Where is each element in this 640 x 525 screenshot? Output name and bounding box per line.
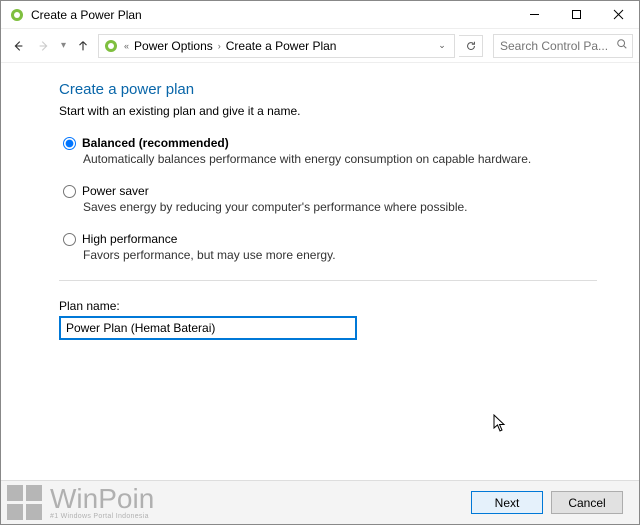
close-button[interactable]: [597, 1, 639, 29]
chevron-left-icon: «: [121, 41, 132, 51]
option-power-saver: Power saver Saves energy by reducing you…: [59, 184, 597, 214]
radio-balanced[interactable]: [63, 137, 76, 150]
search-box[interactable]: [493, 34, 633, 58]
plan-name-label: Plan name:: [59, 299, 597, 313]
radio-power-saver[interactable]: [63, 185, 76, 198]
search-input[interactable]: [498, 38, 612, 54]
radio-high-performance[interactable]: [63, 233, 76, 246]
option-balanced: Balanced (recommended) Automatically bal…: [59, 136, 597, 166]
back-button[interactable]: [7, 35, 29, 57]
option-power-saver-row[interactable]: Power saver: [63, 184, 597, 198]
minimize-button[interactable]: [513, 1, 555, 29]
next-button[interactable]: Next: [471, 491, 543, 514]
option-high-performance-label: High performance: [82, 232, 177, 246]
address-dropdown-icon[interactable]: ⌄: [434, 40, 450, 51]
recent-locations-icon[interactable]: ▾: [59, 40, 68, 51]
window-title: Create a Power Plan: [31, 8, 513, 22]
breadcrumb-item[interactable]: Create a Power Plan: [226, 39, 337, 53]
titlebar: Create a Power Plan: [1, 1, 639, 29]
option-balanced-row[interactable]: Balanced (recommended): [63, 136, 597, 150]
option-high-performance: High performance Favors performance, but…: [59, 232, 597, 262]
option-power-saver-label: Power saver: [82, 184, 149, 198]
option-high-performance-desc: Favors performance, but may use more ene…: [83, 248, 597, 262]
button-bar: Next Cancel: [1, 480, 639, 524]
option-high-performance-row[interactable]: High performance: [63, 232, 597, 246]
page-intro: Start with an existing plan and give it …: [59, 104, 597, 118]
breadcrumb-item[interactable]: Power Options: [134, 39, 213, 53]
refresh-button[interactable]: [459, 35, 483, 57]
address-icon: [103, 38, 119, 54]
page-heading: Create a power plan: [59, 81, 597, 98]
plan-name-input[interactable]: [59, 316, 357, 340]
option-balanced-desc: Automatically balances performance with …: [83, 152, 597, 166]
cancel-button[interactable]: Cancel: [551, 491, 623, 514]
navbar: ▾ « Power Options › Create a Power Plan …: [1, 29, 639, 63]
search-icon: [616, 38, 628, 53]
window: Create a Power Plan ▾ « Power Options › …: [1, 1, 639, 524]
app-icon: [9, 7, 25, 23]
option-power-saver-desc: Saves energy by reducing your computer's…: [83, 200, 597, 214]
chevron-right-icon: ›: [215, 41, 224, 51]
breadcrumb[interactable]: « Power Options › Create a Power Plan ⌄: [98, 34, 455, 58]
content-area: Create a power plan Start with an existi…: [1, 63, 639, 480]
up-button[interactable]: [72, 35, 94, 57]
option-balanced-label: Balanced (recommended): [82, 136, 229, 150]
divider: [59, 280, 597, 281]
forward-button[interactable]: [33, 35, 55, 57]
window-controls: [513, 1, 639, 29]
maximize-button[interactable]: [555, 1, 597, 29]
